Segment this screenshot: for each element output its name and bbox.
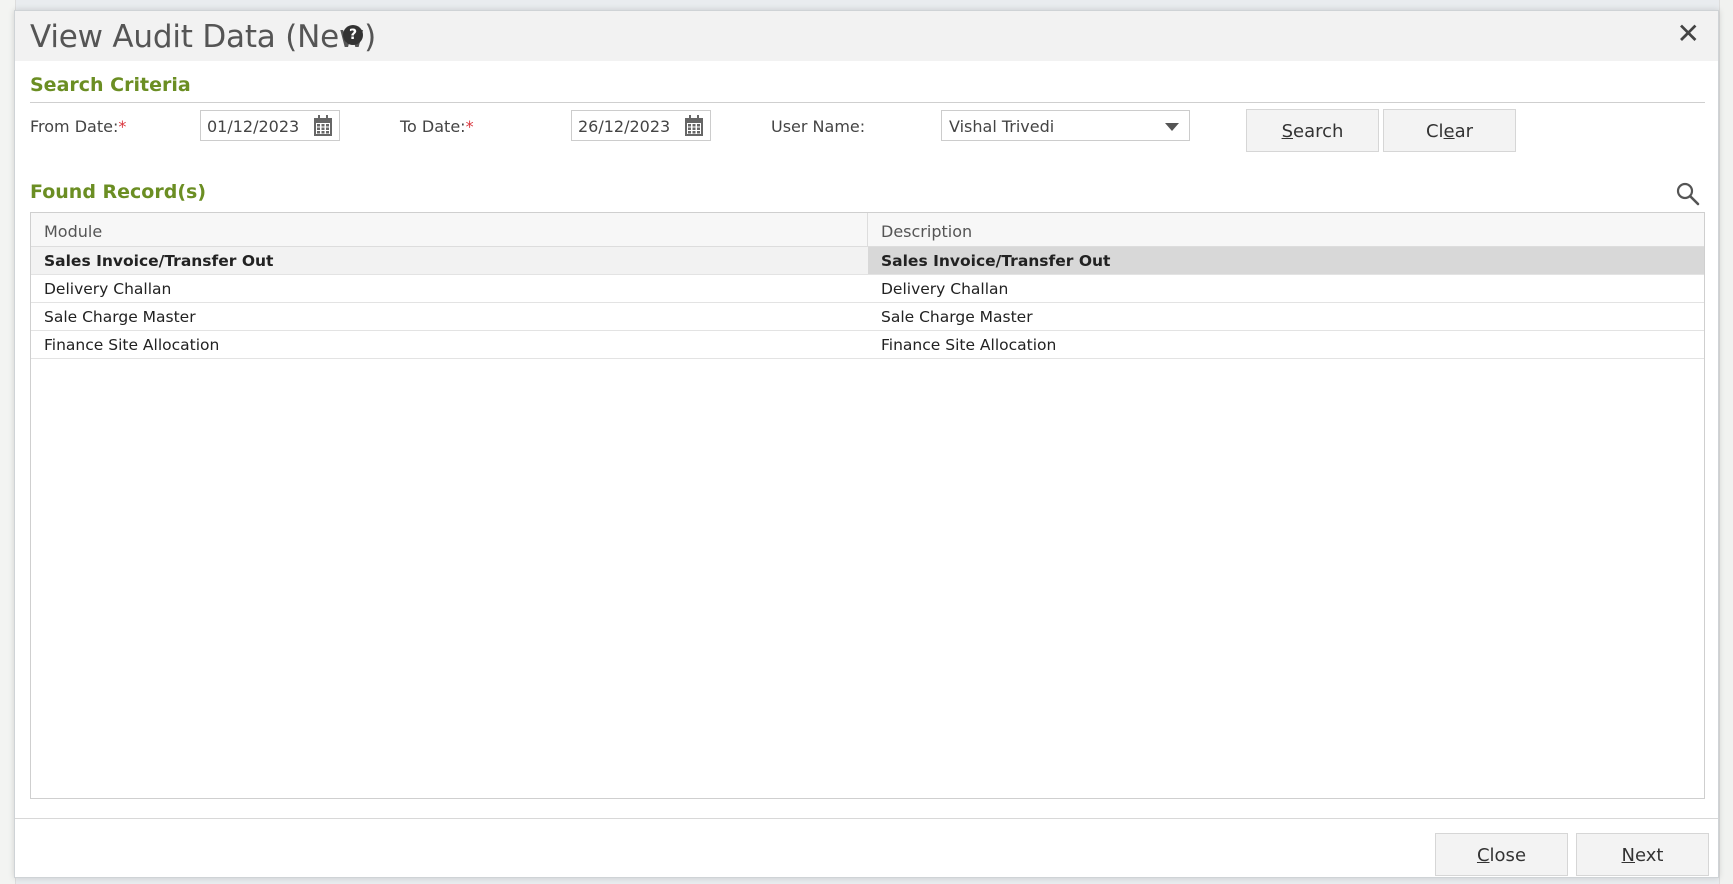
clear-button[interactable]: Clear	[1383, 109, 1516, 152]
search-criteria-heading: Search Criteria	[30, 74, 191, 96]
table-row[interactable]: Sale Charge Master Sale Charge Master	[31, 303, 1704, 331]
from-date-label: From Date:*	[30, 117, 127, 136]
calendar-icon[interactable]	[684, 115, 704, 137]
cell-module: Finance Site Allocation	[44, 336, 220, 354]
dropdown-arrow-icon[interactable]	[1165, 123, 1179, 131]
background-app-strip-right	[1719, 0, 1733, 884]
cell-description: Sale Charge Master	[881, 308, 1033, 326]
close-x-icon[interactable]: ✕	[1677, 19, 1700, 49]
close-button[interactable]: Close	[1435, 833, 1568, 876]
from-date-input[interactable]: 01/12/2023	[200, 110, 340, 141]
to-date-input[interactable]: 26/12/2023	[571, 110, 711, 141]
found-records-heading: Found Record(s)	[30, 181, 207, 203]
column-header-module[interactable]: Module	[31, 213, 868, 247]
column-header-description[interactable]: Description	[868, 213, 1704, 247]
cell-description: Sales Invoice/Transfer Out	[868, 247, 1704, 274]
calendar-icon[interactable]	[313, 115, 333, 137]
to-date-label: To Date:*	[400, 117, 474, 136]
cell-description: Delivery Challan	[881, 280, 1009, 298]
table-row[interactable]: Finance Site Allocation Finance Site All…	[31, 331, 1704, 359]
search-criteria-divider	[30, 102, 1705, 103]
dialog-header: View Audit Data (New) ? ✕	[15, 11, 1718, 61]
required-mark: *	[465, 117, 474, 136]
cell-module: Sale Charge Master	[44, 308, 196, 326]
table-row[interactable]: Sales Invoice/Transfer Out Sales Invoice…	[31, 247, 1704, 275]
required-mark: *	[118, 117, 127, 136]
user-name-label: User Name:	[771, 117, 866, 136]
search-button[interactable]: Search	[1246, 109, 1379, 152]
cell-description: Finance Site Allocation	[881, 336, 1057, 354]
records-grid: Module Description Sales Invoice/Transfe…	[30, 212, 1705, 799]
table-row[interactable]: Delivery Challan Delivery Challan	[31, 275, 1704, 303]
footer-divider	[15, 818, 1718, 819]
cell-module: Delivery Challan	[44, 280, 172, 298]
next-button[interactable]: Next	[1576, 833, 1709, 876]
search-icon[interactable]	[1675, 181, 1701, 207]
user-name-select[interactable]: Vishal Trivedi	[941, 110, 1190, 141]
grid-header: Module Description	[31, 213, 1704, 247]
cell-module: Sales Invoice/Transfer Out	[44, 252, 274, 270]
dialog-title: View Audit Data (New)	[30, 19, 377, 55]
audit-dialog: View Audit Data (New) ? ✕ Search Criteri…	[14, 10, 1719, 878]
question-circle-icon[interactable]: ?	[343, 25, 363, 45]
